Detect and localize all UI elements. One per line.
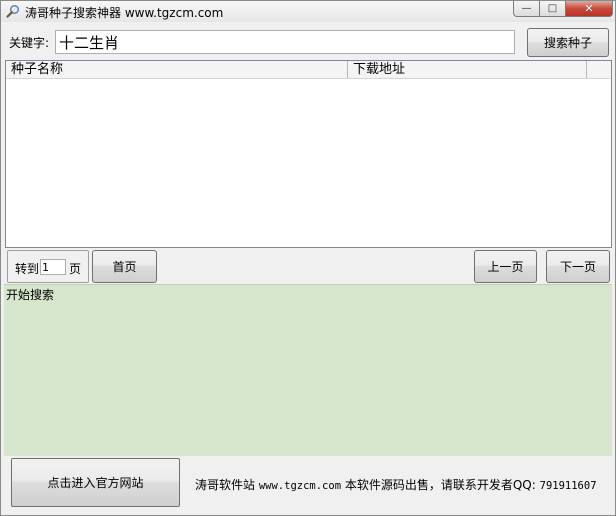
next-page-button[interactable]: 下一页 (546, 250, 610, 283)
column-header-torrent-name[interactable]: 种子名称 (6, 61, 348, 78)
close-button[interactable]: ✕ (566, 1, 613, 17)
title-bar[interactable]: 涛哥种子搜索神器 www.tgzcm.com — □ ✕ (1, 1, 615, 22)
results-list-body[interactable] (6, 79, 611, 247)
app-window: 涛哥种子搜索神器 www.tgzcm.com — □ ✕ 关键字: 搜索种子 种… (0, 0, 616, 516)
status-log-text: 开始搜索 (6, 288, 55, 302)
footer-site-url: www.tgzcm.com (258, 480, 342, 492)
magnifier-icon (6, 5, 19, 18)
keyword-label: 关键字: (9, 36, 50, 50)
goto-suffix-label: 页 (69, 262, 82, 276)
first-page-button[interactable]: 首页 (92, 250, 157, 283)
goto-prefix-label: 转到 (15, 262, 40, 276)
footer-notice-text: 本软件源码出售，请联系开发者QQ: (344, 478, 536, 492)
maximize-button[interactable]: □ (540, 1, 566, 17)
column-header-download-url[interactable]: 下载地址 (348, 61, 587, 78)
footer-qq-number: 791911607 (539, 480, 597, 492)
official-website-button[interactable]: 点击进入官方网站 (11, 458, 180, 507)
results-list-header: 种子名称 下载地址 (6, 61, 611, 79)
previous-page-button[interactable]: 上一页 (474, 250, 537, 283)
search-button[interactable]: 搜索种子 (527, 28, 609, 57)
goto-page-input[interactable] (40, 259, 66, 275)
window-title: 涛哥种子搜索神器 www.tgzcm.com (25, 6, 224, 20)
keyword-input[interactable] (55, 30, 515, 54)
footer-notice: 涛哥软件站 www.tgzcm.com 本软件源码出售，请联系开发者QQ: 79… (195, 476, 597, 493)
goto-page-group: 转到 页 (7, 250, 89, 283)
results-list[interactable]: 种子名称 下载地址 (5, 60, 612, 248)
minimize-button[interactable]: — (513, 1, 540, 17)
status-log[interactable]: 开始搜索 (4, 284, 612, 456)
column-header-filler (587, 61, 611, 78)
footer-site-name: 涛哥软件站 (195, 478, 256, 492)
window-controls: — □ ✕ (513, 1, 613, 17)
